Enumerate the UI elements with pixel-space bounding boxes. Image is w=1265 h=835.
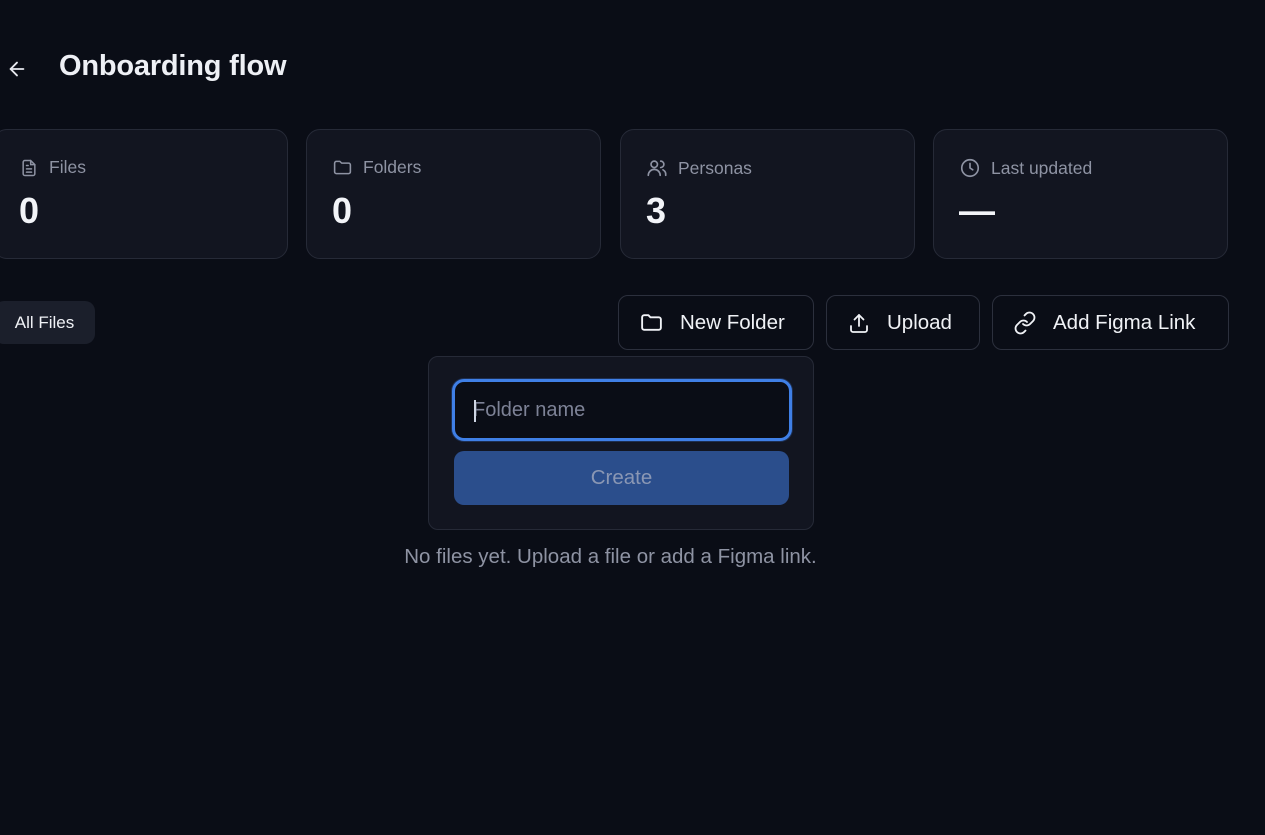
stat-label: Personas: [678, 157, 752, 178]
stat-value: 0: [332, 190, 353, 231]
stat-header: Last updated: [959, 157, 1092, 179]
stat-value: 3: [646, 190, 667, 231]
add-figma-link-button[interactable]: Add Figma Link: [992, 295, 1229, 350]
folder-name-input[interactable]: [452, 379, 792, 441]
stat-value: 0: [19, 190, 40, 231]
project-page: Onboarding flow Files 0 Folders 0 Person…: [0, 0, 1265, 835]
stat-label: Files: [49, 157, 86, 177]
link-icon: [1014, 311, 1036, 334]
empty-state-message: No files yet. Upload a file or add a Fig…: [404, 545, 817, 568]
upload-label: Upload: [887, 310, 952, 334]
arrow-left-icon: [9, 61, 25, 77]
stat-value: —: [959, 190, 995, 231]
add-figma-link-label: Add Figma Link: [1053, 310, 1196, 334]
stat-header: Personas: [646, 157, 752, 179]
upload-button[interactable]: Upload: [826, 295, 980, 350]
clock-icon: [960, 158, 980, 178]
file-icon: [22, 159, 36, 176]
page-title: Onboarding flow: [59, 50, 287, 82]
create-folder-button[interactable]: Create: [454, 451, 789, 505]
folder-icon: [333, 160, 352, 175]
folder-icon: [641, 314, 662, 331]
stat-card-last-updated: Last updated —: [933, 129, 1228, 259]
text-caret: [474, 400, 476, 422]
new-folder-button[interactable]: New Folder: [618, 295, 814, 350]
back-button[interactable]: [4, 56, 30, 82]
upload-icon: [850, 313, 868, 333]
new-folder-popover: Create: [428, 356, 814, 530]
users-icon: [647, 160, 667, 177]
stat-card-personas: Personas 3: [620, 129, 915, 259]
new-folder-label: New Folder: [680, 310, 785, 334]
stat-header: Folders: [332, 157, 421, 178]
stat-card-folders: Folders 0: [306, 129, 601, 259]
stat-header: Files: [19, 157, 86, 178]
stat-card-files: Files 0: [0, 129, 288, 259]
all-files-tab[interactable]: All Files: [0, 301, 95, 344]
stat-label: Last updated: [991, 157, 1093, 178]
stat-label: Folders: [363, 157, 422, 177]
